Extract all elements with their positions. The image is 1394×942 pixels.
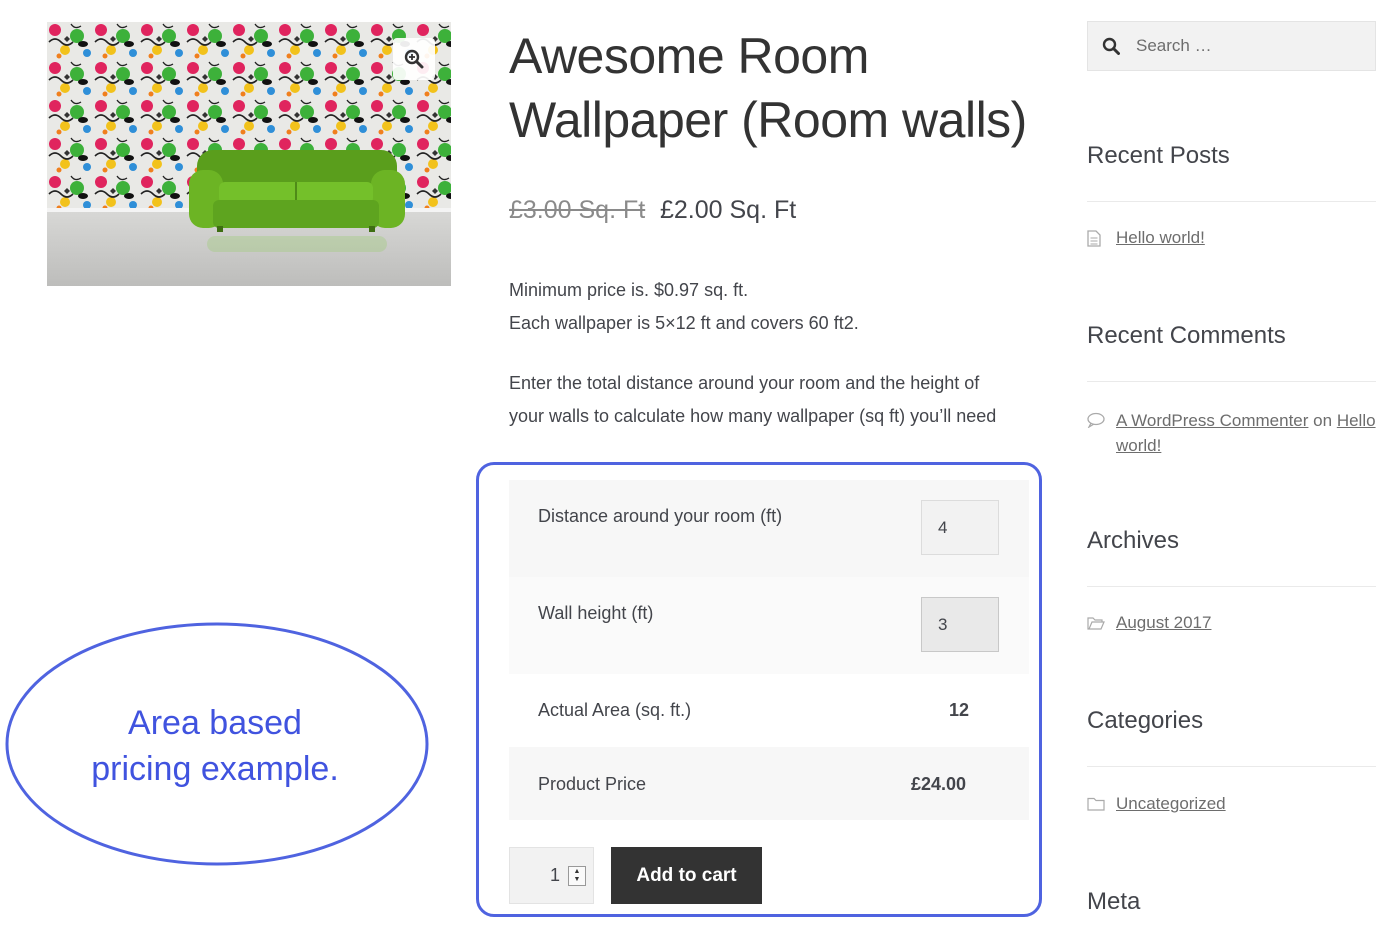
search-icon [1088, 37, 1134, 55]
description-line: your walls to calculate how many wallpap… [509, 406, 997, 426]
archive-item: August 2017 [1087, 613, 1211, 633]
description-line: Enter the total distance around your roo… [509, 373, 980, 393]
search-field[interactable] [1087, 21, 1376, 71]
document-icon [1087, 229, 1105, 247]
product-title-line-2: Wallpaper (Room walls) [509, 92, 1027, 148]
product-title-line-1: Awesome Room [509, 28, 869, 84]
category-item: Uncategorized [1087, 794, 1226, 814]
recent-posts-title: Recent Posts [1087, 142, 1230, 169]
zoom-button[interactable] [393, 38, 435, 80]
recent-comment-item: A WordPress Commenter on Hello world! [1087, 408, 1376, 458]
recent-post-link[interactable]: Hello world! [1116, 228, 1205, 248]
quantity-spin-icon[interactable]: ▲ ▼ [568, 865, 586, 886]
product-title: Awesome Room Wallpaper (Room walls) [509, 24, 1029, 152]
archives-title: Archives [1087, 527, 1180, 554]
quantity-stepper[interactable]: ▲▼ [509, 847, 594, 904]
folder-icon [1087, 797, 1105, 811]
calc-row-price: Product Price £24.00 [509, 747, 1029, 820]
annotation-line-1: Area based [128, 704, 302, 742]
description-line: Minimum price is. $0.97 sq. ft. [509, 280, 749, 300]
annotation-text: Area based pricing example. [40, 700, 390, 792]
distance-label: Distance around your room (ft) [538, 506, 783, 526]
height-input[interactable] [921, 597, 999, 652]
add-to-cart-button[interactable]: Add to cart [611, 847, 762, 904]
zoom-in-icon [404, 49, 424, 69]
comment-author-link[interactable]: A WordPress Commenter [1116, 411, 1308, 430]
sale-price: £2.00 Sq. Ft [660, 196, 797, 224]
categories-title: Categories [1087, 707, 1204, 734]
area-value: 12 [949, 700, 970, 720]
calc-row-height: Wall height (ft) [509, 577, 1029, 674]
divider [1087, 381, 1376, 382]
search-input[interactable] [1134, 35, 1368, 57]
calc-row-distance: Distance around your room (ft) [509, 480, 1029, 577]
description-line: Each wallpaper is 5×12 ft and covers 60 … [509, 313, 859, 333]
recent-comments-title: Recent Comments [1087, 322, 1286, 349]
comment-bubble-icon [1087, 410, 1105, 435]
archive-link[interactable]: August 2017 [1116, 613, 1211, 633]
divider [1087, 766, 1376, 767]
quantity-input[interactable] [510, 865, 564, 886]
regular-price: £3.00 Sq. Ft [509, 196, 646, 224]
comment-post-link-continued[interactable]: world! [1116, 436, 1161, 455]
annotation-line-2: pricing example. [91, 750, 339, 788]
category-link[interactable]: Uncategorized [1116, 794, 1226, 814]
meta-title: Meta [1087, 888, 1141, 915]
product-price-value: £24.00 [911, 774, 967, 794]
product-image[interactable] [47, 22, 451, 286]
folder-open-icon [1087, 616, 1105, 630]
divider [1087, 201, 1376, 202]
wallpaper-room-image [47, 22, 451, 286]
distance-input[interactable] [921, 500, 999, 555]
product-price-label: Product Price [538, 774, 647, 794]
calc-row-area: Actual Area (sq. ft.) 12 [509, 674, 1029, 747]
comment-post-link[interactable]: Hello [1337, 411, 1376, 430]
comment-on-text: on [1313, 411, 1333, 430]
recent-post-item: Hello world! [1087, 228, 1205, 248]
area-label: Actual Area (sq. ft.) [538, 700, 692, 720]
divider [1087, 586, 1376, 587]
height-label: Wall height (ft) [538, 603, 654, 623]
